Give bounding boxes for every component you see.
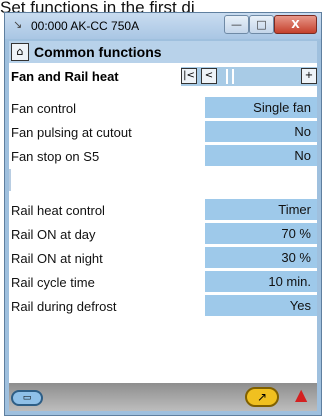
list-item-fan-stop: Fan stop on S5 No	[9, 145, 317, 167]
window-title: 00:000 AK-CC 750A	[31, 19, 140, 33]
alarm-bell-icon[interactable]: ▲	[295, 385, 307, 404]
param-label: Fan stop on S5	[11, 149, 100, 164]
status-bar: ▭ ↗ ▲	[9, 383, 317, 411]
param-label: Rail ON at day	[11, 227, 96, 242]
param-value[interactable]: Timer	[205, 199, 317, 220]
param-value[interactable]: 70 %	[205, 223, 317, 244]
list-item-fan-pulsing: Fan pulsing at cutout No	[9, 121, 317, 143]
list-item-fan-control: Fan control Single fan	[9, 97, 317, 119]
param-value[interactable]: Single fan	[205, 97, 317, 118]
row-divider	[9, 169, 11, 191]
param-value[interactable]: No	[205, 121, 317, 142]
clock-icon[interactable]: ↗	[245, 387, 279, 407]
param-label: Rail during defrost	[11, 299, 117, 314]
device-icon[interactable]: ▭	[11, 390, 43, 406]
maximize-button[interactable]: □	[249, 15, 274, 34]
list-item-spacer	[9, 169, 317, 191]
param-label: Fan pulsing at cutout	[11, 125, 132, 140]
app-window: ↘ 00:000 AK-CC 750A — □ X ⌂ Common funct…	[4, 12, 322, 416]
page-indicator	[226, 69, 238, 85]
section-header: Fan and Rail heat |< < +	[9, 65, 317, 89]
param-value[interactable]: 30 %	[205, 247, 317, 268]
close-button[interactable]: X	[274, 15, 317, 34]
list-item-rail-cycle-time: Rail cycle time 10 min.	[9, 271, 317, 293]
page-navigator: |< < +	[181, 67, 317, 86]
title-bar: ↘ 00:000 AK-CC 750A — □ X	[5, 13, 321, 39]
nav-first-button[interactable]: |<	[181, 68, 197, 84]
param-value[interactable]: No	[205, 145, 317, 166]
nav-next-button[interactable]: +	[301, 68, 317, 84]
page-header: ⌂ Common functions	[9, 41, 317, 63]
nav-prev-button[interactable]: <	[201, 68, 217, 84]
home-icon[interactable]: ⌂	[11, 43, 29, 61]
param-label: Rail cycle time	[11, 275, 95, 290]
list-item-rail-heat-control: Rail heat control Timer	[9, 199, 317, 221]
list-item-rail-during-defrost: Rail during defrost Yes	[9, 295, 317, 317]
param-value[interactable]: Yes	[205, 295, 317, 316]
param-label: Rail ON at night	[11, 251, 103, 266]
list-item-rail-on-day: Rail ON at day 70 %	[9, 223, 317, 245]
page-title: Common functions	[34, 44, 162, 60]
minimize-button[interactable]: —	[224, 15, 249, 34]
section-title: Fan and Rail heat	[11, 69, 119, 84]
param-label: Fan control	[11, 101, 77, 116]
param-label: Rail heat control	[11, 203, 105, 218]
list-item-rail-on-night: Rail ON at night 30 %	[9, 247, 317, 269]
client-area: ⌂ Common functions Fan and Rail heat |< …	[9, 41, 317, 411]
param-value[interactable]: 10 min.	[205, 271, 317, 292]
app-icon: ↘	[13, 18, 23, 31]
